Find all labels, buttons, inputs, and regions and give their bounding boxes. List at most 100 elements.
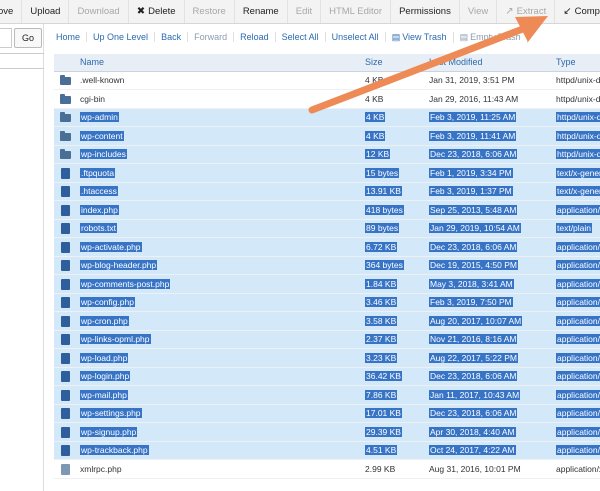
file-date: Dec 23, 2018, 6:06 AM	[429, 371, 518, 382]
nav-up-one-level-button[interactable]: Up One Level	[87, 32, 156, 42]
toolbar-ove-button[interactable]: ove	[0, 0, 23, 23]
table-row[interactable]: wp-config.php 3.46 KB Feb 3, 2019, 7:50 PM…	[54, 293, 600, 312]
nav-empty-trash-button[interactable]: ▤ Empty Trash	[454, 31, 528, 43]
file-name-cell[interactable]: wp-includes	[78, 145, 363, 164]
file-name: wp-links-opml.php	[80, 334, 151, 345]
table-row[interactable]: wp-includes 12 KB Dec 23, 2018, 6:06 AM htt…	[54, 145, 600, 164]
table-row[interactable]: xmlrpc.php 2.99 KB Aug 31, 2016, 10:01 PM a…	[54, 459, 600, 479]
file-date-cell: Feb 3, 2019, 7:50 PM	[427, 293, 554, 312]
nav-select-all-button[interactable]: Select All	[276, 32, 326, 42]
size-column-header[interactable]: Size	[363, 54, 427, 72]
file-name-cell[interactable]: wp-blog-header.php	[78, 256, 363, 275]
nav-forward-button[interactable]: Forward	[188, 32, 235, 42]
toolbar-upload-button[interactable]: Upload	[22, 0, 70, 23]
file-name-cell[interactable]: wp-trackback.php	[78, 441, 363, 460]
go-button[interactable]: Go	[14, 28, 42, 48]
file-name-cell[interactable]: wp-links-opml.php	[78, 330, 363, 349]
file-name-cell[interactable]: wp-config.php	[78, 293, 363, 312]
toolbar-delete-button[interactable]: ✖ Delete	[129, 0, 185, 23]
row-icon-cell	[54, 200, 78, 220]
nav-unselect-all-button[interactable]: Unselect All	[326, 32, 386, 42]
table-row[interactable]: wp-admin 4 KB Feb 3, 2019, 11:25 AM httpd/u…	[54, 108, 600, 127]
table-row[interactable]: wp-login.php 36.42 KB Dec 23, 2018, 6:06 A…	[54, 367, 600, 386]
file-size: 1.84 KB	[365, 278, 398, 289]
file-name-cell[interactable]: wp-activate.php	[78, 237, 363, 257]
name-column-header[interactable]: Name	[78, 54, 363, 72]
file-name-cell[interactable]: .ftpquota	[78, 163, 363, 183]
file-date-cell: Aug 20, 2017, 10:07 AM	[427, 311, 554, 331]
nav-button-label: Back	[161, 32, 182, 42]
file-name-cell[interactable]: wp-content	[78, 126, 363, 146]
file-name-cell[interactable]: xmlrpc.php	[78, 459, 363, 479]
file-type-cell: application/x-httpd-php	[554, 367, 600, 386]
toolbar-button-label: Restore	[192, 6, 226, 17]
toolbar-rename-button[interactable]: Rename	[235, 0, 288, 23]
toolbar-html-editor-button[interactable]: HTML Editor	[321, 0, 392, 23]
toolbar-extract-button[interactable]: ↗ Extract	[497, 0, 556, 23]
row-icon-cell	[54, 237, 78, 257]
table-row[interactable]: wp-blog-header.php 364 bytes Dec 19, 2015,…	[54, 256, 600, 275]
last-modified-column-header[interactable]: Last Modified	[427, 54, 554, 72]
table-row[interactable]: .ftpquota 15 bytes Feb 1, 2019, 3:34 PM tex…	[54, 163, 600, 183]
table-row[interactable]: wp-trackback.php 4.51 KB Oct 24, 2017, 4:2…	[54, 441, 600, 460]
file-size: 6.72 KB	[365, 241, 398, 252]
table-row[interactable]: index.php 418 bytes Sep 25, 2013, 5:48 AM a…	[54, 200, 600, 220]
table-row[interactable]: wp-mail.php 7.86 KB Jan 11, 2017, 10:43 AM…	[54, 385, 600, 405]
table-row[interactable]: wp-comments-post.php 1.84 KB May 3, 2018, …	[54, 274, 600, 294]
toolbar-permissions-button[interactable]: Permissions	[391, 0, 460, 23]
folder-icon	[60, 93, 71, 104]
row-icon-cell	[54, 274, 78, 294]
file-size: 36.42 KB	[365, 371, 402, 382]
row-icon-cell	[54, 311, 78, 331]
file-name-cell[interactable]: wp-cron.php	[78, 311, 363, 331]
file-date: Dec 23, 2018, 6:06 AM	[429, 241, 518, 252]
file-name-cell[interactable]: wp-login.php	[78, 367, 363, 386]
file-name-cell[interactable]: wp-signup.php	[78, 422, 363, 442]
file-type-cell: text/x-generic	[554, 163, 600, 183]
file-name-cell[interactable]: wp-comments-post.php	[78, 274, 363, 294]
toolbar-edit-button[interactable]: Edit	[288, 0, 322, 23]
nav-back-button[interactable]: Back	[155, 32, 189, 42]
toolbar-view-button[interactable]: View	[460, 0, 498, 23]
file-name-cell[interactable]: robots.txt	[78, 219, 363, 238]
table-row[interactable]: wp-links-opml.php 2.37 KB Nov 21, 2016, 8:…	[54, 330, 600, 349]
file-date-cell: Dec 23, 2018, 6:06 AM	[427, 145, 554, 164]
toolbar-compress-button[interactable]: ↙Compress	[555, 0, 600, 23]
file-name-cell[interactable]: .htaccess	[78, 182, 363, 201]
type-column-header[interactable]: Type	[554, 54, 600, 72]
path-input[interactable]	[0, 28, 12, 48]
nav-view-trash-button[interactable]: ▤ View Trash	[386, 31, 454, 43]
table-row[interactable]: robots.txt 89 bytes Jan 29, 2019, 10:54 AM…	[54, 219, 600, 238]
file-size-cell: 2.37 KB	[363, 330, 427, 349]
file-name-cell[interactable]: wp-load.php	[78, 348, 363, 368]
toolbar-download-button[interactable]: Download	[69, 0, 129, 23]
compress-icon: ↙	[563, 6, 572, 17]
table-row[interactable]: wp-activate.php 6.72 KB Dec 23, 2018, 6:06…	[54, 237, 600, 257]
table-row[interactable]: cgi-bin 4 KB Jan 29, 2016, 11:43 AM httpd/u…	[54, 89, 600, 109]
table-row[interactable]: wp-settings.php 17.01 KB Dec 23, 2018, 6:0…	[54, 404, 600, 423]
nav-reload-button[interactable]: Reload	[234, 32, 276, 42]
file-name-cell[interactable]: .well-known	[78, 71, 363, 90]
file-name-cell[interactable]: wp-mail.php	[78, 385, 363, 405]
file-icon	[61, 445, 70, 457]
file-name-cell[interactable]: index.php	[78, 200, 363, 220]
file-name: .ftpquota	[80, 167, 116, 178]
file-name-cell[interactable]: wp-admin	[78, 108, 363, 127]
toolbar-restore-button[interactable]: Restore	[185, 0, 235, 23]
file-size-cell: 15 bytes	[363, 163, 427, 183]
table-row[interactable]: wp-cron.php 3.58 KB Aug 20, 2017, 10:07 AM…	[54, 311, 600, 331]
file-name-cell[interactable]: cgi-bin	[78, 89, 363, 109]
file-name-cell[interactable]: wp-settings.php	[78, 404, 363, 423]
nav-home-button[interactable]: Home	[50, 32, 88, 42]
file-date: Sep 25, 2013, 5:48 AM	[429, 204, 518, 215]
table-row[interactable]: .well-known 4 KB Jan 31, 2019, 3:51 PM http…	[54, 71, 600, 90]
directory-tree-panel: Go	[0, 24, 44, 491]
row-icon-cell	[54, 163, 78, 183]
table-row[interactable]: wp-load.php 3.23 KB Aug 22, 2017, 5:22 PM a…	[54, 348, 600, 368]
table-row[interactable]: wp-signup.php 29.39 KB Apr 30, 2018, 4:40 …	[54, 422, 600, 442]
table-row[interactable]: .htaccess 13.91 KB Feb 3, 2019, 1:37 PM tex…	[54, 182, 600, 201]
file-type: httpd/unix-directory	[556, 112, 600, 123]
table-row[interactable]: wp-content 4 KB Feb 3, 2019, 11:41 AM httpd…	[54, 126, 600, 146]
file-size-cell: 17.01 KB	[363, 404, 427, 423]
directory-tree-item[interactable]	[0, 53, 44, 69]
